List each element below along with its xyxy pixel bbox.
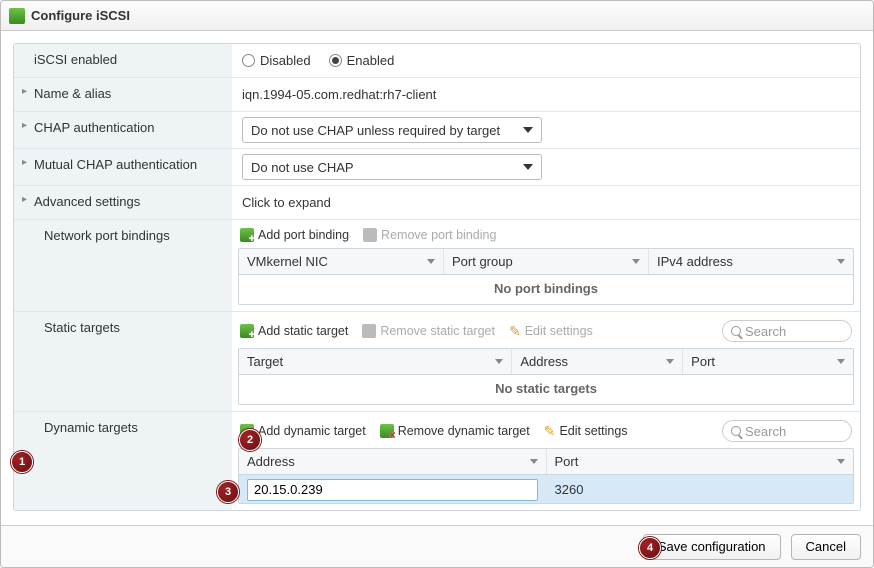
chevron-down-icon xyxy=(523,164,533,170)
chevron-right-icon: ▸ xyxy=(22,86,30,97)
table-row[interactable]: 3260 xyxy=(239,475,853,503)
dynamic-targets-search[interactable]: Search xyxy=(722,420,852,442)
chevron-down-icon xyxy=(523,127,533,133)
iscsi-icon xyxy=(9,8,25,24)
radio-enabled-label: Enabled xyxy=(347,53,395,68)
chevron-right-icon: ▸ xyxy=(22,157,30,168)
chevron-down-icon xyxy=(666,359,674,364)
label-static-targets: Static targets xyxy=(14,312,232,411)
dynamic-address-input[interactable] xyxy=(247,479,538,501)
chevron-right-icon: ▸ xyxy=(22,120,30,131)
chap-dropdown[interactable]: Do not use CHAP unless required by targe… xyxy=(242,117,542,143)
label-iscsi-enabled: iSCSI enabled xyxy=(14,44,232,77)
radio-disabled[interactable]: Disabled xyxy=(242,53,311,68)
cancel-button[interactable]: Cancel xyxy=(791,534,861,560)
col-target[interactable]: Target xyxy=(239,349,512,374)
add-icon xyxy=(240,228,254,242)
add-port-binding-button[interactable]: Add port binding xyxy=(240,228,349,242)
dynamic-port-cell: 3260 xyxy=(547,476,854,503)
radio-disabled-indicator xyxy=(242,54,255,67)
col-port-group[interactable]: Port group xyxy=(444,249,649,274)
chevron-right-icon: ▸ xyxy=(22,194,30,205)
radio-enabled[interactable]: Enabled xyxy=(329,53,395,68)
port-bindings-grid: VMkernel NIC Port group IPv4 address xyxy=(238,248,854,305)
value-name-alias: iqn.1994-05.com.redhat:rh7-client xyxy=(232,82,860,107)
mutual-chap-dropdown[interactable]: Do not use CHAP xyxy=(242,154,542,180)
add-icon xyxy=(240,424,254,438)
static-targets-grid: Target Address Port xyxy=(238,348,854,405)
static-targets-empty: No static targets xyxy=(239,375,853,404)
chevron-down-icon xyxy=(530,459,538,464)
label-name-alias[interactable]: ▸ Name & alias xyxy=(14,78,232,111)
search-icon xyxy=(731,426,741,436)
remove-dynamic-target-button[interactable]: Remove dynamic target xyxy=(380,424,530,438)
chevron-down-icon xyxy=(837,359,845,364)
save-button[interactable]: Save configuration xyxy=(643,534,781,560)
remove-port-binding-button: Remove port binding xyxy=(363,228,496,242)
radio-enabled-indicator xyxy=(329,54,342,67)
chevron-down-icon xyxy=(495,359,503,364)
label-port-bindings: Network port bindings xyxy=(14,220,232,311)
add-icon xyxy=(240,324,254,338)
col-dynamic-port[interactable]: Port xyxy=(547,449,854,474)
col-static-port[interactable]: Port xyxy=(683,349,853,374)
chevron-down-icon xyxy=(632,259,640,264)
label-chap[interactable]: ▸ CHAP authentication xyxy=(14,112,232,148)
window-title: Configure iSCSI xyxy=(31,8,130,23)
label-dynamic-targets: Dynamic targets xyxy=(14,412,232,510)
dynamic-targets-grid: Address Port 3260 xyxy=(238,448,854,504)
search-icon xyxy=(731,326,741,336)
static-targets-search[interactable]: Search xyxy=(722,320,852,342)
radio-disabled-label: Disabled xyxy=(260,53,311,68)
add-static-target-button[interactable]: Add static target xyxy=(240,324,348,338)
col-ipv4-address[interactable]: IPv4 address xyxy=(649,249,853,274)
col-vmkernel-nic[interactable]: VMkernel NIC xyxy=(239,249,444,274)
titlebar: Configure iSCSI xyxy=(1,1,873,31)
remove-icon xyxy=(380,424,394,438)
add-dynamic-target-button[interactable]: Add dynamic target xyxy=(240,424,366,438)
col-static-address[interactable]: Address xyxy=(512,349,683,374)
pencil-icon xyxy=(509,323,521,340)
chevron-down-icon xyxy=(427,259,435,264)
config-panel: iSCSI enabled Disabled Enabled xyxy=(13,43,861,511)
port-bindings-empty: No port bindings xyxy=(239,275,853,304)
label-advanced-settings[interactable]: ▸ Advanced settings xyxy=(14,186,232,219)
label-mutual-chap[interactable]: ▸ Mutual CHAP authentication xyxy=(14,149,232,185)
edit-dynamic-target-button[interactable]: Edit settings xyxy=(544,423,628,440)
footer: Save configuration Cancel xyxy=(1,525,873,567)
remove-icon xyxy=(363,228,377,242)
edit-static-target-button: Edit settings xyxy=(509,323,593,340)
remove-static-target-button: Remove static target xyxy=(362,324,495,338)
pencil-icon xyxy=(544,423,556,440)
value-advanced-settings[interactable]: Click to expand xyxy=(232,190,860,215)
col-dynamic-address[interactable]: Address xyxy=(239,449,547,474)
chevron-down-icon xyxy=(837,459,845,464)
chevron-down-icon xyxy=(837,259,845,264)
remove-icon xyxy=(362,324,376,338)
